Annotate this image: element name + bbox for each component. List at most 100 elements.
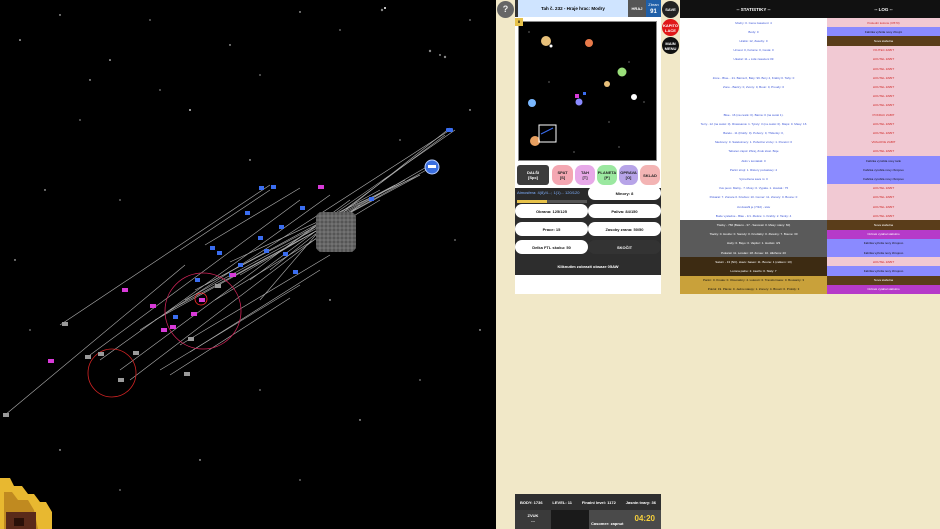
trajectory-lines (4, 127, 456, 416)
space-scene (0, 7, 481, 529)
defense-stat: Obrana: 125/125 (515, 204, 588, 218)
turn-header: Tah č. 232 - Hraje hrac: Modry HRAJ Zbra… (515, 0, 661, 17)
statistics-row: Sledovny: 0. Sateloimery: 1. Pobočné vrs… (680, 137, 827, 147)
repair-button[interactable]: OPRAVA [O] (619, 165, 638, 185)
fuel-stat: Paliva: 84/150 (588, 204, 661, 218)
log-row: HOUTEL ZABIT (827, 54, 940, 64)
help-button[interactable]: ? (497, 1, 514, 18)
statistics-list: Modry: 0. Cena zasazeni: 4 Body: 0 Hrabě: … (680, 18, 827, 294)
score-body: BODY: 1736 (519, 499, 543, 505)
statistics-row: Body: 0 (680, 27, 827, 37)
minimap-planet-icon (575, 98, 583, 106)
log-row: HOUTEL ZABIT (827, 183, 940, 193)
log-row: Fabrika vyhnila novy zbrojovo (827, 248, 940, 258)
log-row: Fabrika vyrobila novy tank (827, 156, 940, 166)
statistics-row: Zone - Bactry: 0, Zvony: 0, Boun: 0, Pro… (680, 82, 827, 92)
jump-button[interactable]: SKOČIT (588, 240, 661, 254)
log-row: HOUTEL ZABIT (827, 73, 940, 83)
supplies-stat: Zasoby zrana: 50/50 (588, 222, 661, 236)
statistics-row: Barelo.. 11 (Flotily: 0). Pobocy: 0, Tři… (680, 128, 827, 138)
sound-value: --- (531, 518, 535, 523)
statistics-row: Zone - Blue... 21. Barna 0, Baty: 99. Bo… (680, 73, 827, 83)
statistics-row: Vus pevo: Malny.. 7. Musy: 0. Vypala. 1.… (680, 183, 827, 193)
statistics-row: Tlacky: 0. Houbo: 0. Sarody: 0. Krudtaby… (680, 229, 827, 239)
score-bar: BODY: 1736 LEVEL: 11 Finalni level: 1172… (515, 494, 661, 510)
minimap-planet-icon (541, 36, 551, 46)
resources-text: Atmosfera: 4(8)/4...; 1(1)... 120/120 (517, 190, 580, 195)
sound-toggle[interactable]: ZVUK --- (515, 510, 551, 529)
minimap-scene (528, 31, 645, 153)
storage-label: SKLAD (643, 172, 657, 178)
statistics-row: Saturn - 13 (NC). stavu: basen: 11. Boun… (680, 257, 827, 267)
statistics-row: Tlacky - 766 (Bateru - 37 - Sanovat: 0. … (680, 220, 827, 230)
statistics-row: Lorona palno: 2. zawrlo: 0. Slaty: 7 (680, 266, 827, 276)
log-row: Poslední kolonie (0/570) (827, 18, 940, 28)
blue-planet-icon[interactable] (424, 159, 440, 175)
timer-label: Casomer: zapnut (591, 521, 624, 526)
minimap-planet-icon (585, 39, 593, 47)
space-station-icon[interactable] (316, 212, 356, 252)
turn-info: Tah č. 232 - Hraje hrac: Modry (518, 0, 628, 17)
log-row: HOUTEL ZABIT (827, 100, 940, 110)
capitulate-button[interactable]: KAPITO LACE (662, 19, 679, 36)
statistics-row: Hrabě: 12, Zasoby: 0 (680, 36, 827, 46)
log-row: HOUTEL ZABIT (827, 119, 940, 129)
range-circle-large (164, 272, 242, 350)
minimap-badge: II (515, 18, 523, 26)
planet-key: [P] (604, 175, 610, 180)
log-list: Poslední kolonie (0/570) Fabrika vyhnila … (827, 18, 940, 294)
log-row: HOUTEL ZABIT (827, 82, 940, 92)
log-row: POKRAC ZABIT (827, 110, 940, 120)
weapon-value: 91 (650, 9, 657, 15)
move-button[interactable]: TAH [T] (575, 165, 595, 185)
log-row: Fabrika vyhnila novy zbrojovo (827, 238, 940, 248)
log-row: HOUTEL ZABIT (827, 202, 940, 212)
planet-button[interactable]: PLANETA [P] (597, 165, 617, 185)
minimap-planet-icon (631, 94, 637, 100)
save-button[interactable]: SAVE (662, 1, 679, 18)
mines-stat: Minory: 8 (588, 186, 661, 200)
statistics-row: Pokarat: 7. Zonare 0. Kriebus: 10. Cemer… (680, 192, 827, 202)
statistics-row: Pokrol: 19. Plavte: 0. Jednu staspy: 1. … (680, 284, 827, 294)
storage-button[interactable]: SKLAD (640, 165, 660, 185)
sleep-button[interactable]: SPAT [S] (552, 165, 573, 185)
resources-track (547, 200, 587, 203)
log-row: HOUTEL ZABIT (827, 211, 940, 221)
statistics-row (680, 100, 827, 110)
log-row: VRAHOVE ZABIT (827, 137, 940, 147)
log-row: HOUTEL ZABIT (827, 128, 940, 138)
timer-value: 04:20 (634, 514, 655, 523)
statistics-row: Pokarat: 11. Lorelan: 18. Zonee: 10. Hik… (680, 248, 827, 258)
statistics-row (680, 64, 827, 74)
minimap-planet-icon (617, 67, 627, 77)
main-menu-button[interactable]: MAIN MENU (662, 37, 679, 54)
log-row: Nova stabulna (827, 36, 940, 46)
log-row: Fabrika vyrobila novy zbrojovo (827, 174, 940, 184)
next-button[interactable]: DALŠI [Spc] (517, 165, 549, 185)
log-row: Nova stabulna (827, 275, 940, 285)
statistics-row: Blue.. 16 (na cestě: 0). Barna: 0 (na ce… (680, 110, 827, 120)
play-button[interactable]: HRAJ (628, 0, 646, 17)
click-info-text[interactable]: Kliknutim zobrazit obsaze 05AW (515, 257, 661, 275)
log-header: -- LOG -- (827, 0, 940, 18)
blue-fleet[interactable] (173, 128, 453, 319)
statistics-row: Vymezlena sava m: 0 (680, 174, 827, 184)
log-row: HOUTEL ZABIT (827, 257, 940, 267)
log-row: VOJTEC ZABIT (827, 45, 940, 55)
log-row: Cizinek vytahal stabulno (827, 229, 940, 239)
statistics-row: Aktiv v kontaktě: 0 (680, 156, 827, 166)
resources-fill (517, 200, 547, 203)
minimap[interactable] (518, 21, 657, 161)
statistics-row: Tebaren zapol: Zbraj, Zvuk slost. Boje (680, 146, 827, 156)
ftl-length-stat: Delka FTL skoku: 50 (515, 240, 588, 254)
game-screen: ? SAVE KAPITO LACE MAIN MENU Tah č. 232 … (0, 0, 940, 529)
minimap-planet-icon (604, 81, 610, 87)
timer[interactable]: Casomer: zapnut 04:20 (589, 510, 661, 529)
log-row: HOUTEL ZABIT (827, 64, 940, 74)
statistics-row: Pankl.: 0. Kruale: 0. Otsunafory: 4. Luk… (680, 275, 827, 285)
range-circle-small (87, 348, 137, 398)
statistics-row: Terry.. 12 (na cestě: 0). Rrawsama: 1. T… (680, 119, 827, 129)
log-row: HOUTEL ZABIT (827, 91, 940, 101)
space-viewport[interactable] (0, 0, 496, 529)
sleep-key: [S] (559, 175, 566, 180)
